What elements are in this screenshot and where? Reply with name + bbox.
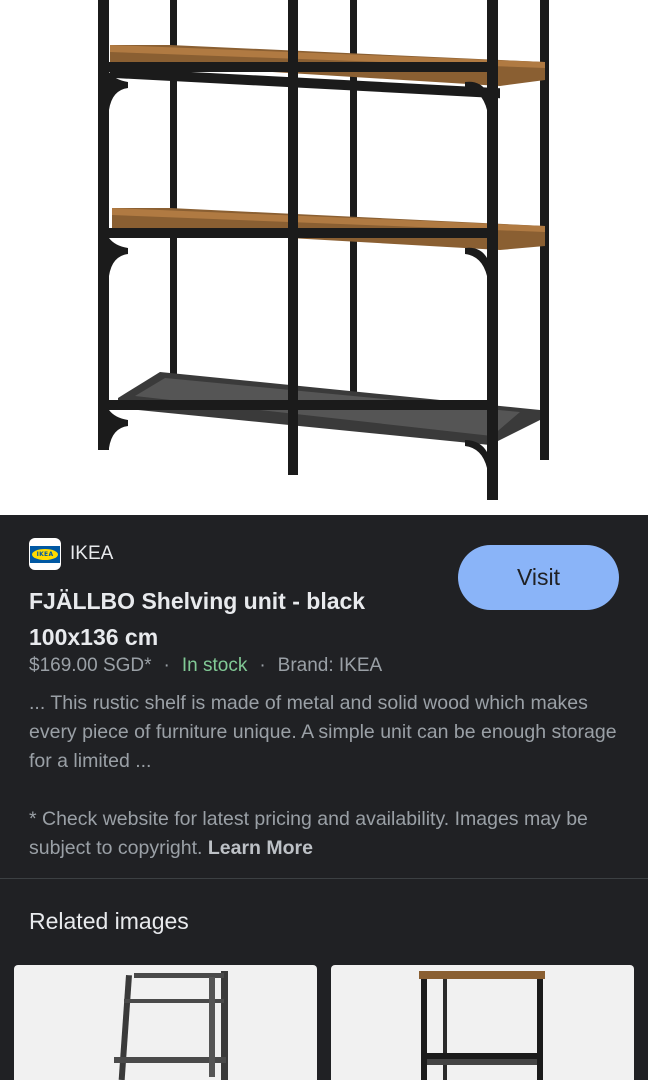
price: $169.00 SGD*	[29, 655, 152, 676]
product-description: ... This rustic shelf is made of metal a…	[29, 692, 617, 772]
related-image-thumbnail[interactable]	[14, 965, 317, 1080]
divider	[0, 878, 648, 879]
side-table-illustration	[419, 971, 545, 1080]
separator-dot: ·	[259, 655, 266, 676]
shelving-unit-illustration	[98, 0, 549, 500]
source-name: IKEA	[70, 543, 114, 564]
related-images-heading: Related images	[29, 908, 189, 934]
product-title-line1: FJÄLLBO Shelving unit - black	[29, 588, 366, 614]
visit-button[interactable]: Visit	[458, 545, 619, 610]
product-meta: $169.00 SGD* · In stock · Brand: IKEA	[29, 655, 382, 677]
learn-more-link[interactable]: Learn More	[208, 837, 313, 859]
result-details-panel: IKEA IKEA Visit FJÄLLBO Shelving unit - …	[0, 515, 648, 880]
source-row[interactable]: IKEA IKEA	[29, 538, 113, 570]
ladder-shelf-illustration	[114, 971, 228, 1080]
disclaimer: * Check website for latest pricing and a…	[29, 805, 629, 863]
separator-dot: ·	[163, 655, 170, 676]
related-image-thumbnail[interactable]	[331, 965, 634, 1080]
brand: Brand: IKEA	[277, 655, 383, 676]
ikea-logo-icon: IKEA	[29, 538, 61, 570]
product-image[interactable]	[0, 0, 648, 515]
product-title[interactable]: FJÄLLBO Shelving unit - black 100x136 cm	[29, 583, 429, 655]
stock-status: In stock	[181, 655, 248, 676]
product-title-line2: 100x136 cm	[29, 624, 159, 650]
